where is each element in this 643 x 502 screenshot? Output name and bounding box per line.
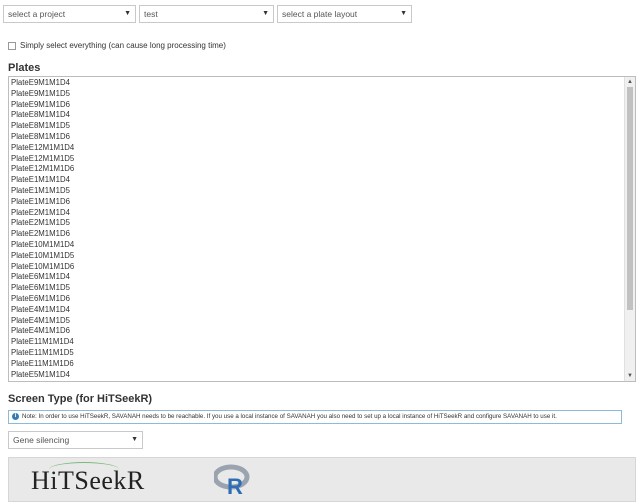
plate-list-item[interactable]: PlateE2M1M1D4 [11,208,74,219]
plate-list-item[interactable]: PlateE2M1M1D6 [11,229,74,240]
chevron-down-icon: ▼ [124,10,131,17]
plate-list-item[interactable]: PlateE2M1M1D5 [11,218,74,229]
plate-list-item[interactable]: PlateE10M1M1D5 [11,251,74,262]
select-everything-label: Simply select everything (can cause long… [20,41,226,50]
plate-list-item[interactable]: PlateE6M1M1D6 [11,294,74,305]
info-icon: i [12,413,19,420]
plate-list-item[interactable]: PlateE12M1M1D5 [11,154,74,165]
screen-type-heading: Screen Type (for HiTSeekR) [8,393,153,405]
screen-type-select[interactable]: Gene silencing ▼ [8,431,143,449]
plates-heading: Plates [8,62,41,74]
logo-bar: HiTSeekR R [8,457,636,502]
plate-list-item[interactable]: PlateE1M1M1D5 [11,186,74,197]
chevron-down-icon: ▼ [400,10,407,17]
project-select-value: select a project [8,9,66,19]
plates-scrollbar[interactable]: ▲ ▼ [624,77,635,381]
r-logo-letter: R [227,474,243,496]
plate-list-item[interactable]: PlateE12M1M1D4 [11,143,74,154]
select-everything-row[interactable]: Simply select everything (can cause long… [8,41,226,50]
plate-list-item[interactable]: PlateE6M1M1D4 [11,272,74,283]
r-logo[interactable]: R [214,464,250,496]
plate-list-item[interactable]: PlateE4M1M1D6 [11,326,74,337]
plate-list-item[interactable]: PlateE10M1M1D6 [11,262,74,273]
plate-list-item[interactable]: PlateE11M1M1D6 [11,359,74,370]
plate-list-item[interactable]: PlateE9M1M1D4 [11,78,74,89]
plate-list-item[interactable]: PlateE4M1M1D5 [11,316,74,327]
plate-layout-select[interactable]: select a plate layout ▼ [277,5,412,23]
plate-layout-select-value: select a plate layout [282,9,358,19]
hitseekr-note-text: Note: In order to use HiTSeekR, SAVANAH … [22,413,557,420]
plate-list-item[interactable]: PlateE12M1M1D6 [11,164,74,175]
hitseekr-note: i Note: In order to use HiTSeekR, SAVANA… [8,410,622,424]
chevron-down-icon: ▼ [131,436,138,443]
plate-list-item[interactable]: PlateE9M1M1D5 [11,89,74,100]
plate-list-item[interactable]: PlateE4M1M1D4 [11,305,74,316]
scroll-up-arrow-icon[interactable]: ▲ [625,77,635,87]
plate-list-item[interactable]: PlateE8M1M1D5 [11,121,74,132]
plate-list-item[interactable]: PlateE8M1M1D6 [11,132,74,143]
plate-list-item[interactable]: PlateE8M1M1D4 [11,110,74,121]
hitseekr-logo[interactable]: HiTSeekR [31,466,145,496]
scrollbar-thumb[interactable] [627,87,633,310]
plate-list-item[interactable]: PlateE9M1M1D6 [11,100,74,111]
plate-list-item[interactable]: PlateE6M1M1D5 [11,283,74,294]
plates-listbox[interactable]: PlateE9M1M1D4 PlateE9M1M1D5 PlateE9M1M1D6 P… [8,76,636,382]
plate-list-item[interactable]: PlateE5M1M1D4 [11,370,74,381]
plate-list-item[interactable]: PlateE11M1M1D4 [11,337,74,348]
scroll-down-arrow-icon[interactable]: ▼ [625,371,635,381]
plate-list-item[interactable]: PlateE10M1M1D4 [11,240,74,251]
select-everything-checkbox[interactable] [8,41,16,50]
plate-list-item[interactable]: PlateE11M1M1D5 [11,348,74,359]
test-select-value: test [144,9,158,19]
screen-type-select-value: Gene silencing [13,435,70,445]
plates-list: PlateE9M1M1D4 PlateE9M1M1D5 PlateE9M1M1D6 P… [11,78,74,380]
chevron-down-icon: ▼ [262,10,269,17]
plate-list-item[interactable]: PlateE1M1M1D4 [11,175,74,186]
test-select[interactable]: test ▼ [139,5,274,23]
project-select[interactable]: select a project ▼ [3,5,136,23]
plate-list-item[interactable]: PlateE1M1M1D6 [11,197,74,208]
